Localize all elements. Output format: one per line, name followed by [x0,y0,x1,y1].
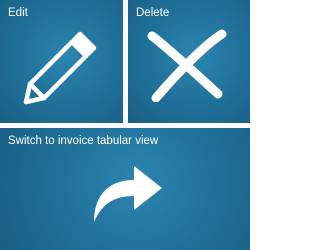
edit-tile-label: Edit [8,7,28,19]
close-x-icon [147,29,227,102]
switch-view-tile-label: Switch to invoice tabular view [8,135,159,147]
delete-tile-label: Delete [136,7,170,19]
tile-menu: Edit Delete Switch to invoice tabular vi… [0,0,250,250]
pencil-icon [23,31,97,105]
curved-arrow-right-icon [94,166,162,222]
